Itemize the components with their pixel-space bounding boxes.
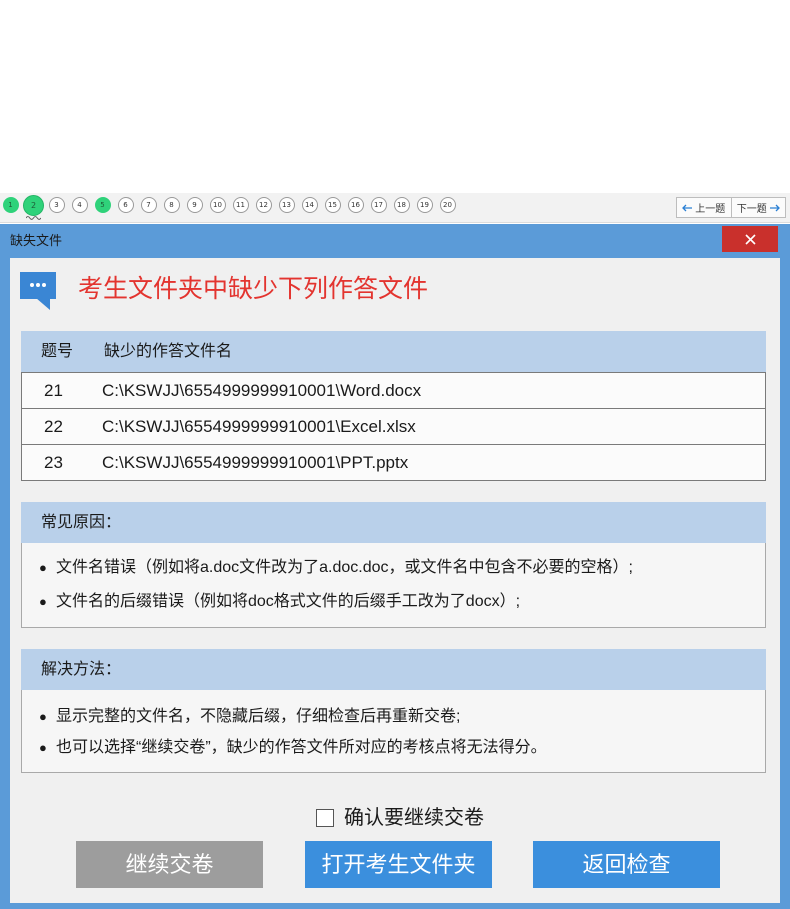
section-title: 解决方法：: [21, 649, 766, 690]
question-nav-item-5[interactable]: 5: [91, 197, 114, 213]
question-number: 10: [209, 197, 226, 213]
close-button[interactable]: [722, 226, 778, 252]
common-reasons-section: 常见原因： ● 文件名错误（例如将a.doc文件改为了a.doc.doc，或文件…: [21, 502, 766, 628]
list-item-text: 文件名错误（例如将a.doc文件改为了a.doc.doc，或文件名中包含不必要的…: [56, 559, 633, 576]
bullet: ●: [39, 709, 47, 724]
question-nav-item-2[interactable]: 2: [22, 194, 45, 220]
list-item: ● 也可以选择“继续交卷”，缺少的作答文件所对应的考核点将无法得分。: [22, 732, 765, 763]
arrow-right-icon: [769, 204, 780, 211]
prev-question-label: 上一题: [695, 204, 726, 215]
table-row: 21 C:\KSWJJ\6554999999910001\Word.docx: [22, 372, 765, 408]
question-nav-item-17[interactable]: 17: [367, 197, 390, 213]
question-number-cell: 21: [44, 381, 63, 400]
question-nav-item-10[interactable]: 10: [206, 197, 229, 213]
question-number-cell: 22: [44, 417, 63, 436]
dialog-heading: 考生文件夹中缺少下列作答文件: [78, 275, 429, 303]
question-nav-item-11[interactable]: 11: [229, 197, 252, 213]
section-body: ● 文件名错误（例如将a.doc文件改为了a.doc.doc，或文件名中包含不必…: [21, 543, 766, 628]
question-nav-item-1[interactable]: 1: [0, 197, 22, 213]
next-question-button[interactable]: 下一题: [730, 198, 786, 217]
question-nav-item-19[interactable]: 19: [413, 197, 436, 213]
question-nav-item-12[interactable]: 12: [252, 197, 275, 213]
question-number: 12: [255, 197, 272, 213]
question-number-cell: 23: [44, 453, 63, 472]
question-nav-item-3[interactable]: 3: [45, 197, 68, 213]
question-number: 6: [117, 197, 134, 213]
table-row: 23 C:\KSWJJ\6554999999910001\PPT.pptx: [22, 444, 765, 480]
bullet: ●: [39, 594, 47, 609]
prev-question-button[interactable]: 上一题: [677, 198, 731, 217]
solutions-section: 解决方法： ● 显示完整的文件名，不隐藏后缀，仔细检查后再重新交卷; ● 也可以…: [21, 649, 766, 773]
question-nav-item-9[interactable]: 9: [183, 197, 206, 213]
list-item: ● 文件名错误（例如将a.doc文件改为了a.doc.doc，或文件名中包含不必…: [22, 551, 765, 585]
question-number: 19: [416, 197, 433, 213]
bullet: ●: [39, 560, 47, 575]
question-nav-item-6[interactable]: 6: [114, 197, 137, 213]
question-number: 4: [71, 197, 88, 213]
question-number: 7: [140, 197, 157, 213]
question-number-list: 1 2 3 4 5 6 7 8 9 10 11 12 13 14 15 16 17 18 19 20: [0, 194, 459, 220]
question-number: 15: [324, 197, 341, 213]
question-number: 20: [439, 197, 456, 213]
file-path-cell: C:\KSWJJ\6554999999910001\Word.docx: [102, 381, 422, 400]
section-title: 常见原因：: [21, 502, 766, 543]
question-nav-item-20[interactable]: 20: [436, 197, 459, 213]
list-item: ● 文件名的后缀错误（例如将doc格式文件的后缀手工改为了docx）;: [22, 585, 765, 619]
question-number: 1: [2, 197, 19, 213]
dialog-title-bar[interactable]: 缺失文件: [0, 224, 790, 258]
squiggle-marker-icon: [26, 216, 41, 220]
missing-files-dialog: 缺失文件 考生文件夹中缺少下列作答文件 题号 缺少的作答文件名 21 C:\KS…: [0, 224, 790, 909]
question-nav-item-7[interactable]: 7: [137, 197, 160, 213]
question-nav-item-4[interactable]: 4: [68, 197, 91, 213]
question-number: 2: [23, 194, 44, 216]
continue-submit-button[interactable]: 继续交卷: [76, 841, 263, 888]
bullet: ●: [39, 740, 47, 755]
open-folder-button[interactable]: 打开考生文件夹: [305, 841, 492, 888]
question-number: 16: [347, 197, 364, 213]
file-path-cell: C:\KSWJJ\6554999999910001\Excel.xlsx: [102, 417, 416, 436]
question-number: 14: [301, 197, 318, 213]
question-number: 5: [94, 197, 111, 213]
file-path-cell: C:\KSWJJ\6554999999910001\PPT.pptx: [102, 453, 409, 472]
question-prev-next: 上一题 下一题: [676, 197, 786, 218]
question-number: 3: [48, 197, 65, 213]
dialog-title: 缺失文件: [10, 233, 63, 248]
confirm-continue-checkbox[interactable]: [316, 809, 334, 827]
table-body: 21 C:\KSWJJ\6554999999910001\Word.docx 2…: [21, 372, 766, 481]
list-item-text: 也可以选择“继续交卷”，缺少的作答文件所对应的考核点将无法得分。: [56, 739, 547, 756]
question-number: 9: [186, 197, 203, 213]
return-check-button[interactable]: 返回检查: [533, 841, 720, 888]
question-number: 11: [232, 197, 249, 213]
question-nav-item-15[interactable]: 15: [321, 197, 344, 213]
question-nav-item-13[interactable]: 13: [275, 197, 298, 213]
table-header: 题号 缺少的作答文件名: [21, 331, 766, 372]
table-row: 22 C:\KSWJJ\6554999999910001\Excel.xlsx: [22, 408, 765, 444]
question-nav-item-16[interactable]: 16: [344, 197, 367, 213]
list-item: ● 显示完整的文件名，不隐藏后缀，仔细检查后再重新交卷;: [22, 701, 765, 732]
arrow-left-icon: [682, 204, 693, 211]
list-item-text: 显示完整的文件名，不隐藏后缀，仔细检查后再重新交卷;: [56, 708, 461, 725]
missing-files-table: 题号 缺少的作答文件名 21 C:\KSWJJ\6554999999910001…: [21, 331, 766, 481]
question-number: 13: [278, 197, 295, 213]
question-number: 17: [370, 197, 387, 213]
message-bubble-icon: [20, 272, 56, 310]
section-body: ● 显示完整的文件名，不隐藏后缀，仔细检查后再重新交卷; ● 也可以选择“继续交…: [21, 690, 766, 773]
question-nav-bar: 1 2 3 4 5 6 7 8 9 10 11 12 13 14 15 16 17 18 19 20 上一题 下一题: [0, 193, 790, 223]
question-nav-item-18[interactable]: 18: [390, 197, 413, 213]
column-header-filename: 缺少的作答文件名: [104, 343, 233, 360]
confirm-continue-label[interactable]: 确认要继续交卷: [344, 807, 484, 829]
question-number: 18: [393, 197, 410, 213]
close-icon: [744, 233, 756, 245]
question-number: 8: [163, 197, 180, 213]
question-nav-item-14[interactable]: 14: [298, 197, 321, 213]
column-header-number: 题号: [41, 343, 74, 360]
dialog-content: 考生文件夹中缺少下列作答文件 题号 缺少的作答文件名 21 C:\KSWJJ\6…: [10, 258, 780, 903]
next-question-label: 下一题: [736, 204, 767, 215]
list-item-text: 文件名的后缀错误（例如将doc格式文件的后缀手工改为了docx）;: [56, 593, 521, 610]
question-nav-item-8[interactable]: 8: [160, 197, 183, 213]
